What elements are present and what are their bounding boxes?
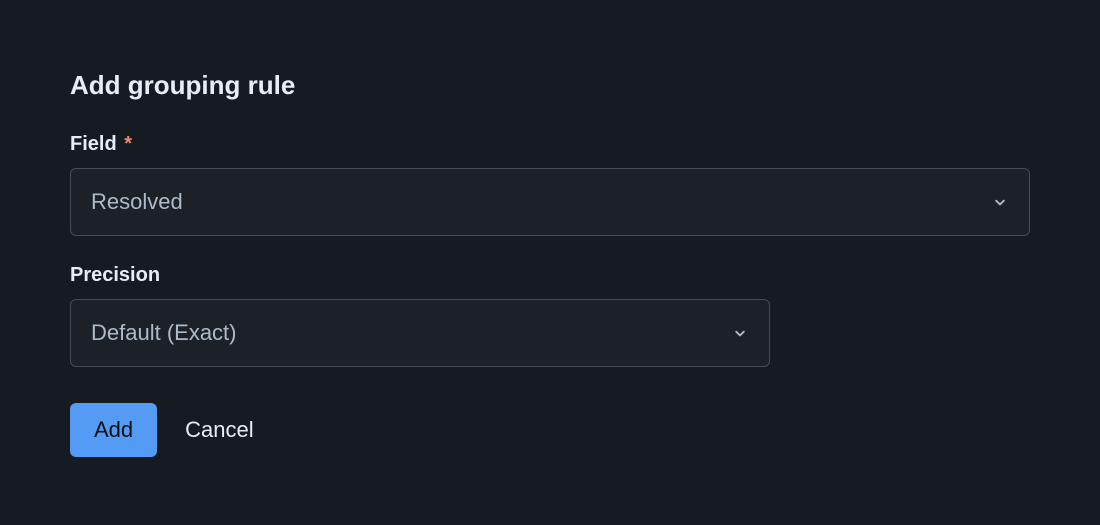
- button-row: Add Cancel: [70, 403, 1030, 457]
- precision-group: Precision Default (Exact): [70, 264, 1030, 367]
- precision-select-value: Default (Exact): [91, 320, 237, 345]
- field-select-wrapper: Resolved: [70, 168, 1030, 236]
- field-group: Field * Resolved: [70, 133, 1030, 236]
- precision-label: Precision: [70, 264, 1030, 287]
- cancel-button[interactable]: Cancel: [185, 417, 253, 443]
- precision-select-wrapper: Default (Exact): [70, 299, 770, 367]
- field-label-text: Field: [70, 133, 117, 155]
- field-select[interactable]: Resolved: [70, 168, 1030, 236]
- precision-select[interactable]: Default (Exact): [70, 299, 770, 367]
- field-label: Field *: [70, 133, 1030, 156]
- add-grouping-rule-form: Add grouping rule Field * Resolved Preci…: [70, 70, 1030, 457]
- add-button[interactable]: Add: [70, 403, 157, 457]
- form-title: Add grouping rule: [70, 70, 1030, 101]
- required-asterisk: *: [124, 133, 132, 155]
- field-select-value: Resolved: [91, 189, 183, 214]
